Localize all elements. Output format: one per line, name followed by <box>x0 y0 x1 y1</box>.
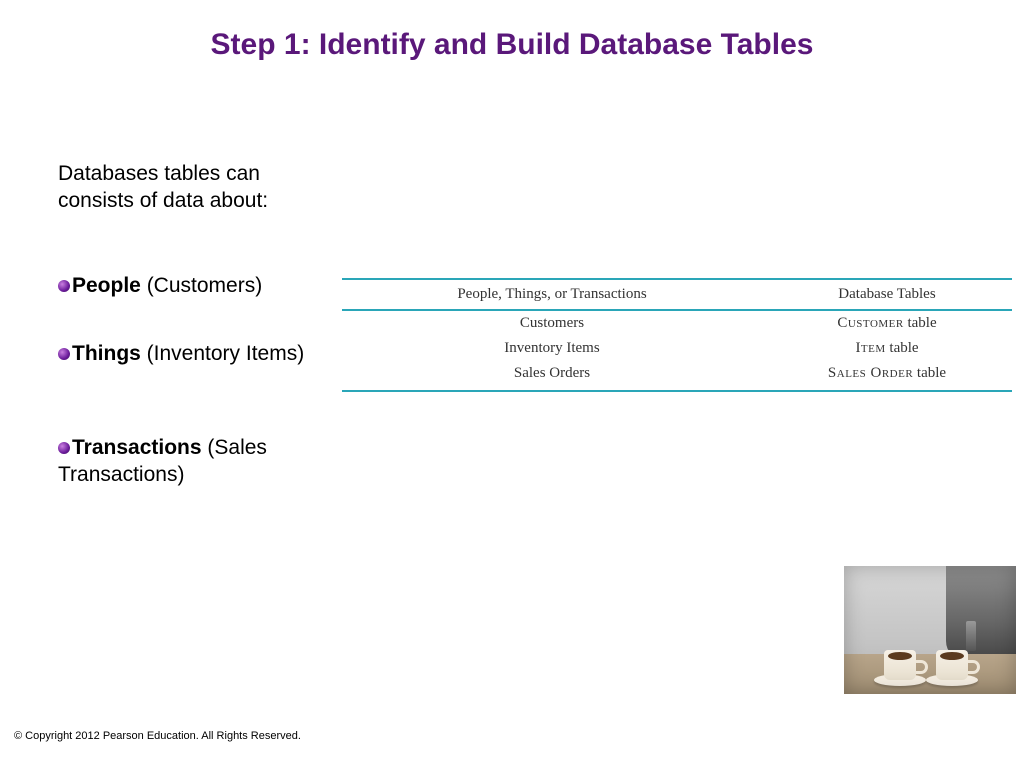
copyright-text: © Copyright 2012 Pearson Education. All … <box>14 730 301 742</box>
bullet-things: Things (Inventory Items) <box>58 340 318 367</box>
bullet-bold: Transactions <box>72 436 202 459</box>
table-header-row: People, Things, or Transactions Database… <box>342 278 1012 311</box>
bullet-rest: (Customers) <box>141 274 262 297</box>
table-cell-left: Customers <box>342 311 762 336</box>
coffee-photo <box>844 566 1016 694</box>
table-body: Customers Customer table Inventory Items… <box>342 311 1012 392</box>
table-header-col1: People, Things, or Transactions <box>342 280 762 309</box>
table-cell-right: Customer table <box>762 311 1012 336</box>
table-row: Customers Customer table <box>342 311 1012 336</box>
table-cell-left: Inventory Items <box>342 336 762 361</box>
bullet-people: People (Customers) <box>58 272 318 299</box>
bullet-bold: Things <box>72 342 141 365</box>
mapping-table: People, Things, or Transactions Database… <box>342 278 1012 392</box>
bullet-icon <box>58 442 70 454</box>
bullet-bold: People <box>72 274 141 297</box>
bullet-icon <box>58 348 70 360</box>
table-row: Sales Orders Sales Order table <box>342 361 1012 386</box>
table-header-col2: Database Tables <box>762 280 1012 309</box>
slide-title: Step 1: Identify and Build Database Tabl… <box>0 28 1024 62</box>
table-row: Inventory Items Item table <box>342 336 1012 361</box>
bullet-icon <box>58 280 70 292</box>
bullet-transactions: Transactions (Sales Transactions) <box>58 434 318 489</box>
table-cell-right: Item table <box>762 336 1012 361</box>
bullet-rest: (Inventory Items) <box>141 342 304 365</box>
table-cell-right: Sales Order table <box>762 361 1012 386</box>
table-cell-left: Sales Orders <box>342 361 762 386</box>
intro-text: Databases tables can consists of data ab… <box>58 160 318 215</box>
